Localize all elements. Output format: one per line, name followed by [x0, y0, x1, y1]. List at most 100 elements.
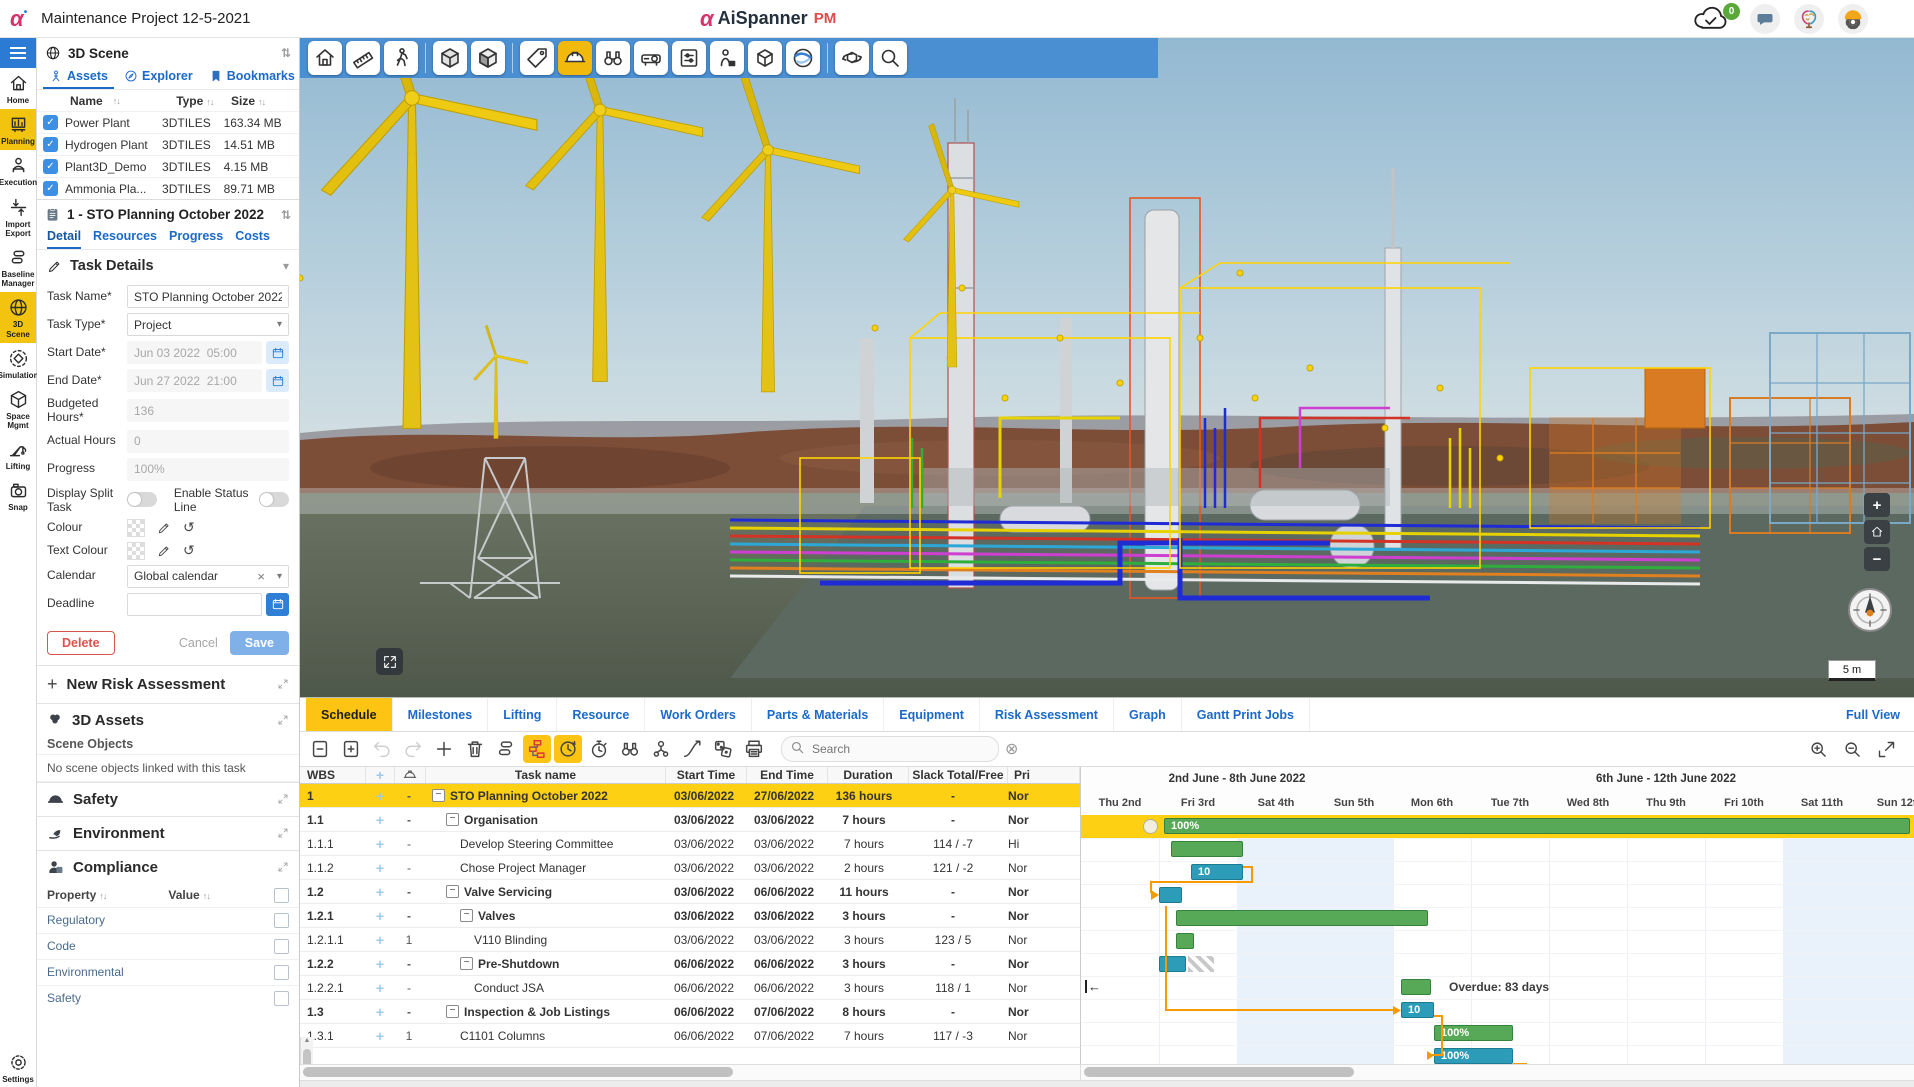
scene-tab-explorer[interactable]: Explorer	[118, 66, 199, 89]
gantt-tab-schedule[interactable]: Schedule	[306, 698, 393, 731]
add-subtask-icon[interactable]: +	[366, 976, 394, 999]
select-all-checkbox[interactable]	[274, 888, 289, 903]
text-colour-swatch[interactable]	[127, 542, 145, 560]
collapse-all-button[interactable]	[306, 735, 334, 763]
expand-all-button[interactable]	[337, 735, 365, 763]
task-type-select[interactable]	[127, 313, 289, 336]
gantt-bar[interactable]: 100%	[1434, 1025, 1513, 1041]
search-tool-button[interactable]	[873, 41, 907, 75]
compliance-checkbox[interactable]	[274, 913, 289, 928]
end-date-input[interactable]	[127, 369, 262, 392]
gantt-bar[interactable]: 100%	[1434, 1048, 1513, 1064]
asset-row[interactable]: ✓Ammonia Pla...3DTILES89.71 MB	[37, 177, 299, 199]
new-risk-assessment-header[interactable]: + New Risk Assessment	[37, 666, 299, 703]
gantt-tab-risk-assessment[interactable]: Risk Assessment	[980, 698, 1114, 731]
task-row-1.2.2[interactable]: 1.2.2+-−Pre-Shutdown06/06/202206/06/2022…	[300, 952, 1080, 976]
gantt-tab-resource[interactable]: Resource	[557, 698, 645, 731]
asset-row[interactable]: ✓Plant3D_Demo3DTILES4.15 MB	[37, 155, 299, 177]
network-button[interactable]	[523, 735, 551, 763]
zoom-out-button[interactable]: −	[1864, 547, 1890, 571]
task-row-1.2.1[interactable]: 1.2.1+-−Valves03/06/202203/06/20223 hour…	[300, 904, 1080, 928]
compliance-row-environmental[interactable]: Environmental	[37, 959, 299, 985]
add-subtask-icon[interactable]: +	[366, 784, 394, 807]
zoom-in-button[interactable]: +	[1864, 493, 1890, 517]
display-settings-tool-button[interactable]	[672, 41, 706, 75]
clear-search-icon[interactable]: ⊗	[1005, 739, 1018, 759]
gantt-bar[interactable]	[1159, 887, 1182, 903]
redo-button[interactable]	[399, 735, 427, 763]
gantt-search-input[interactable]	[781, 736, 999, 762]
gantt-bar[interactable]	[1176, 933, 1194, 949]
collapse-task-icon[interactable]: −	[432, 789, 445, 802]
task-row-1.2.1.1[interactable]: 1.2.1.1+1V110 Blinding03/06/202203/06/20…	[300, 928, 1080, 952]
task-row-1.3.1[interactable]: 1.3.1+1C1101 Columns06/06/202207/06/2022…	[300, 1024, 1080, 1048]
dock-panel-icon[interactable]: ⇅	[281, 208, 291, 222]
edit-colour-icon[interactable]	[157, 521, 171, 535]
task-row-1[interactable]: 1+-−STO Planning October 202203/06/20222…	[300, 784, 1080, 808]
orbit-tool-button[interactable]	[835, 41, 869, 75]
progress-input[interactable]	[127, 458, 289, 481]
gantt-tab-lifting[interactable]: Lifting	[488, 698, 557, 731]
expand-section-icon[interactable]	[277, 827, 289, 839]
add-subtask-icon[interactable]: +	[366, 808, 394, 831]
assets3d-header[interactable]: 3D Assets	[37, 704, 299, 737]
add-subtask-icon[interactable]: +	[366, 952, 394, 975]
tag-tool-button[interactable]	[520, 41, 554, 75]
add-button[interactable]	[430, 735, 458, 763]
trash-button[interactable]	[461, 735, 489, 763]
gantt-tab-work-orders[interactable]: Work Orders	[645, 698, 752, 731]
task-row-1.2[interactable]: 1.2+-−Valve Servicing03/06/202206/06/202…	[300, 880, 1080, 904]
collapse-task-icon[interactable]: −	[460, 909, 473, 922]
nav-item-execution[interactable]: Execution	[0, 150, 36, 191]
task-tab-resources[interactable]: Resources	[93, 227, 157, 249]
grid-horizontal-scrollbar[interactable]	[300, 1065, 1081, 1080]
collapse-task-icon[interactable]: −	[460, 957, 473, 970]
colour-swatch[interactable]	[127, 519, 145, 537]
task-tab-costs[interactable]: Costs	[235, 227, 270, 249]
gantt-chart[interactable]: 2nd June - 8th June 20226th June - 12th …	[1080, 767, 1914, 1064]
asset-checkbox[interactable]: ✓	[43, 159, 58, 174]
bounding-box-tool-button[interactable]	[748, 41, 782, 75]
safety-header[interactable]: Safety	[37, 783, 299, 816]
task-row-1.2.2.1[interactable]: 1.2.2.1+-Conduct JSA06/06/202206/06/2022…	[300, 976, 1080, 1000]
environment-header[interactable]: Environment	[37, 817, 299, 850]
measure-tool-button[interactable]	[346, 41, 380, 75]
task-row-1.1.2[interactable]: 1.1.2+-Chose Project Manager03/06/202203…	[300, 856, 1080, 880]
binoculars-tool-button[interactable]	[596, 41, 630, 75]
asset-checkbox[interactable]: ✓	[43, 115, 58, 130]
calendar-icon[interactable]	[266, 369, 289, 392]
actual-hours-input[interactable]	[127, 430, 289, 453]
nav-item-settings[interactable]: Settings	[0, 1047, 36, 1087]
deadline-input[interactable]	[127, 593, 262, 616]
gantt-zoom-in-icon[interactable]	[1804, 735, 1832, 763]
task-tab-detail[interactable]: Detail	[47, 227, 81, 249]
collapse-task-icon[interactable]: −	[446, 1005, 459, 1018]
hardhat-tool-button[interactable]	[558, 41, 592, 75]
chat-icon[interactable]	[1750, 4, 1780, 34]
nav-item-3d-scene[interactable]: 3D Scene	[0, 292, 36, 342]
compliance-checkbox[interactable]	[274, 965, 289, 980]
add-subtask-icon[interactable]: +	[366, 832, 394, 855]
gantt-bar[interactable]: 10	[1191, 864, 1243, 880]
task-row-1.3[interactable]: 1.3+-−Inspection & Job Listings06/06/202…	[300, 1000, 1080, 1024]
walk-tool-button[interactable]	[384, 41, 418, 75]
gantt-bar[interactable]	[1171, 841, 1243, 857]
cancel-button[interactable]: Cancel	[179, 636, 218, 650]
binoculars-button[interactable]	[616, 735, 644, 763]
print-button[interactable]	[740, 735, 768, 763]
undo-button[interactable]	[368, 735, 396, 763]
baseline2-button[interactable]	[492, 735, 520, 763]
gantt-bar[interactable]	[1159, 956, 1186, 972]
budgeted-hours-input[interactable]	[127, 399, 289, 422]
task-name-input[interactable]	[127, 285, 289, 308]
compliance-checkbox[interactable]	[274, 991, 289, 1006]
add-subtask-icon[interactable]: +	[366, 856, 394, 879]
calendar-select[interactable]	[127, 565, 289, 588]
projector-tool-button[interactable]	[634, 41, 668, 75]
solid-view-tool-button[interactable]	[433, 41, 467, 75]
save-button[interactable]: Save	[230, 631, 289, 655]
compass-widget[interactable]	[1846, 586, 1894, 634]
reset-text-colour-icon[interactable]: ↺	[183, 542, 195, 559]
gantt-zoom-out-icon[interactable]	[1838, 735, 1866, 763]
random-button[interactable]	[709, 735, 737, 763]
